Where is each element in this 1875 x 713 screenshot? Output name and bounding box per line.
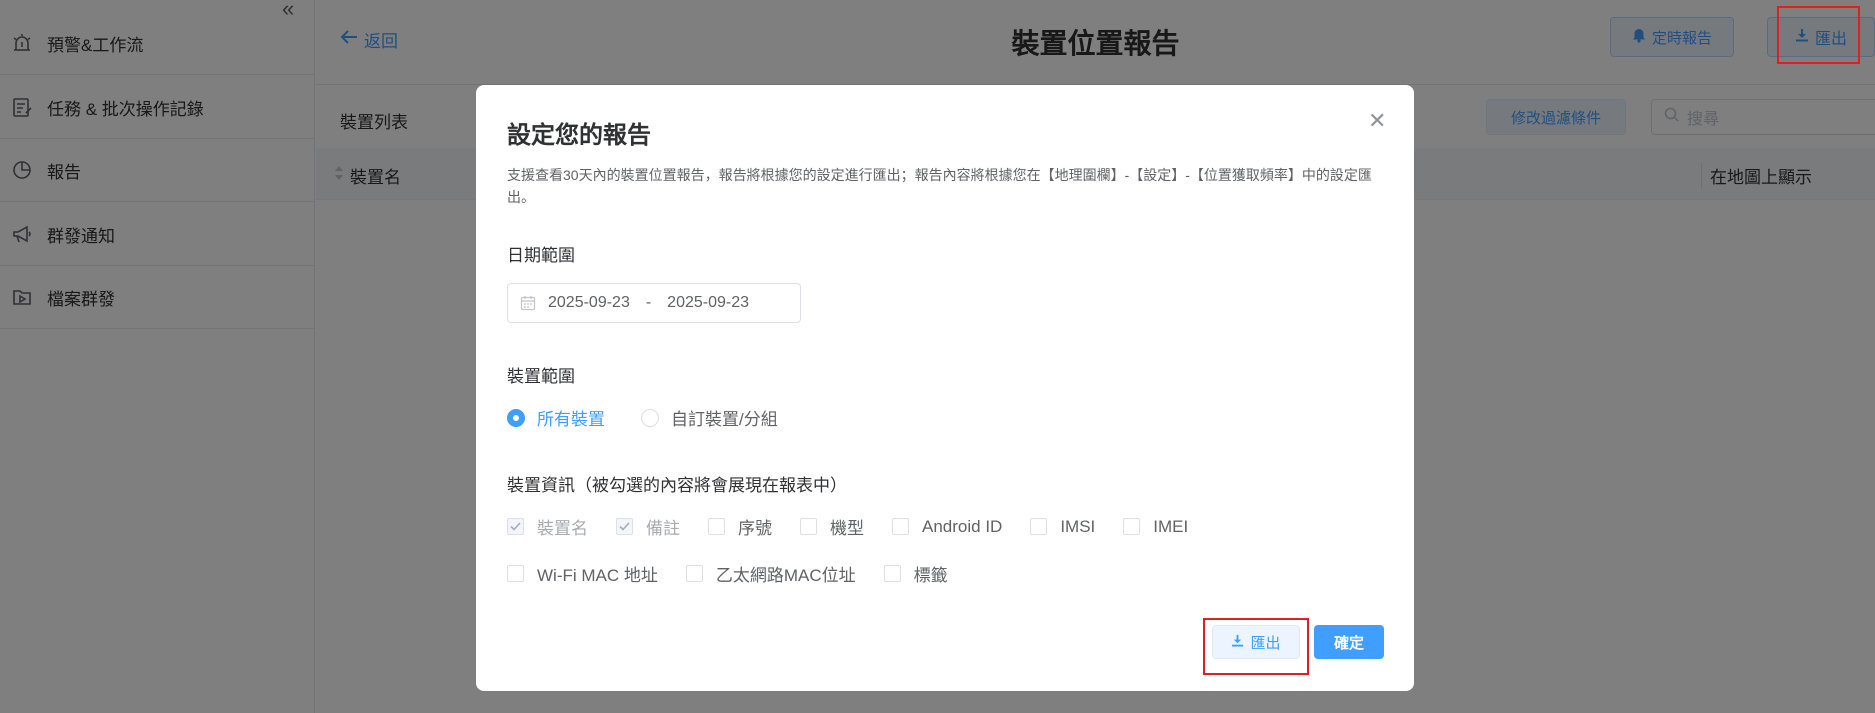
check-serial[interactable]: 序號 [708,514,772,539]
radio-dot [507,408,525,427]
checkbox [685,565,703,582]
check-ethernet-mac[interactable]: 乙太網路MAC位址 [685,561,856,586]
check-tags[interactable]: 標籤 [883,561,948,586]
checkbox [708,518,725,535]
checkbox [883,565,901,582]
check-model[interactable]: 機型 [800,514,864,539]
dialog-description: 支援查看30天內的裝置位置報告，報告將根據您的設定進行匯出；報告內容將根據您在【… [507,167,1372,205]
checkbox-label: 序號 [738,519,772,538]
radio-all-devices[interactable]: 所有裝置 [507,405,605,430]
check-remark[interactable]: 備註 [616,514,680,539]
checkbox-checked-icon [616,518,633,535]
highlight-export-top [1777,6,1860,64]
checkbox-label: Android ID [922,516,1003,536]
device-info-row-1: 裝置名 備註 序號 機型 Android ID IMSI IMEI [507,514,1216,539]
checkbox-label: IMEI [1153,516,1189,536]
checkbox-checked-icon [507,518,524,535]
checkbox-label: Wi-Fi MAC 地址 [537,566,658,585]
check-wifi-mac[interactable]: Wi-Fi MAC 地址 [507,561,658,586]
check-imsi[interactable]: IMSI [1030,517,1095,537]
close-icon[interactable]: ✕ [1368,110,1386,132]
date-end[interactable]: 2025-09-23 [667,294,749,312]
dialog-title: 設定您的報告 [507,122,651,149]
device-range-label: 裝置範圍 [507,367,575,386]
radio-label: 所有裝置 [537,410,605,429]
highlight-export-modal [1203,618,1309,675]
checkbox-label: 機型 [830,519,864,538]
date-range-picker[interactable]: 2025-09-23 - 2025-09-23 [507,283,801,323]
checkbox-label: 備註 [646,519,680,538]
confirm-button[interactable]: 確定 [1314,625,1384,659]
checkbox [1030,518,1048,535]
device-info-row-2: Wi-Fi MAC 地址 乙太網路MAC位址 標籤 [507,561,976,586]
checkbox-label: 裝置名 [537,519,588,538]
radio-custom-devices[interactable]: 自訂裝置/分組 [641,405,778,430]
date-separator: - [645,294,652,311]
checkbox [1123,518,1141,535]
check-device-name[interactable]: 裝置名 [507,514,588,539]
check-android-id[interactable]: Android ID [892,517,1002,537]
date-start[interactable]: 2025-09-23 [548,294,630,312]
radio-dot [641,408,659,427]
calendar-icon [520,295,536,311]
checkbox-label: IMSI [1060,516,1096,536]
device-info-label: 裝置資訊（被勾選的內容將會展現在報表中） [507,476,847,495]
date-range-label: 日期範圍 [507,246,575,265]
checkbox-label: 標籤 [913,566,948,585]
checkbox-label: 乙太網路MAC位址 [715,566,856,585]
checkbox [892,518,909,535]
checkbox [800,518,817,535]
checkbox [507,565,524,582]
device-range-radio-group: 所有裝置 自訂裝置/分組 [507,405,814,430]
check-imei[interactable]: IMEI [1123,517,1188,537]
report-settings-dialog: 設定您的報告 ✕ 支援查看30天內的裝置位置報告，報告將根據您的設定進行匯出；報… [476,85,1414,691]
radio-label: 自訂裝置/分組 [671,410,778,429]
